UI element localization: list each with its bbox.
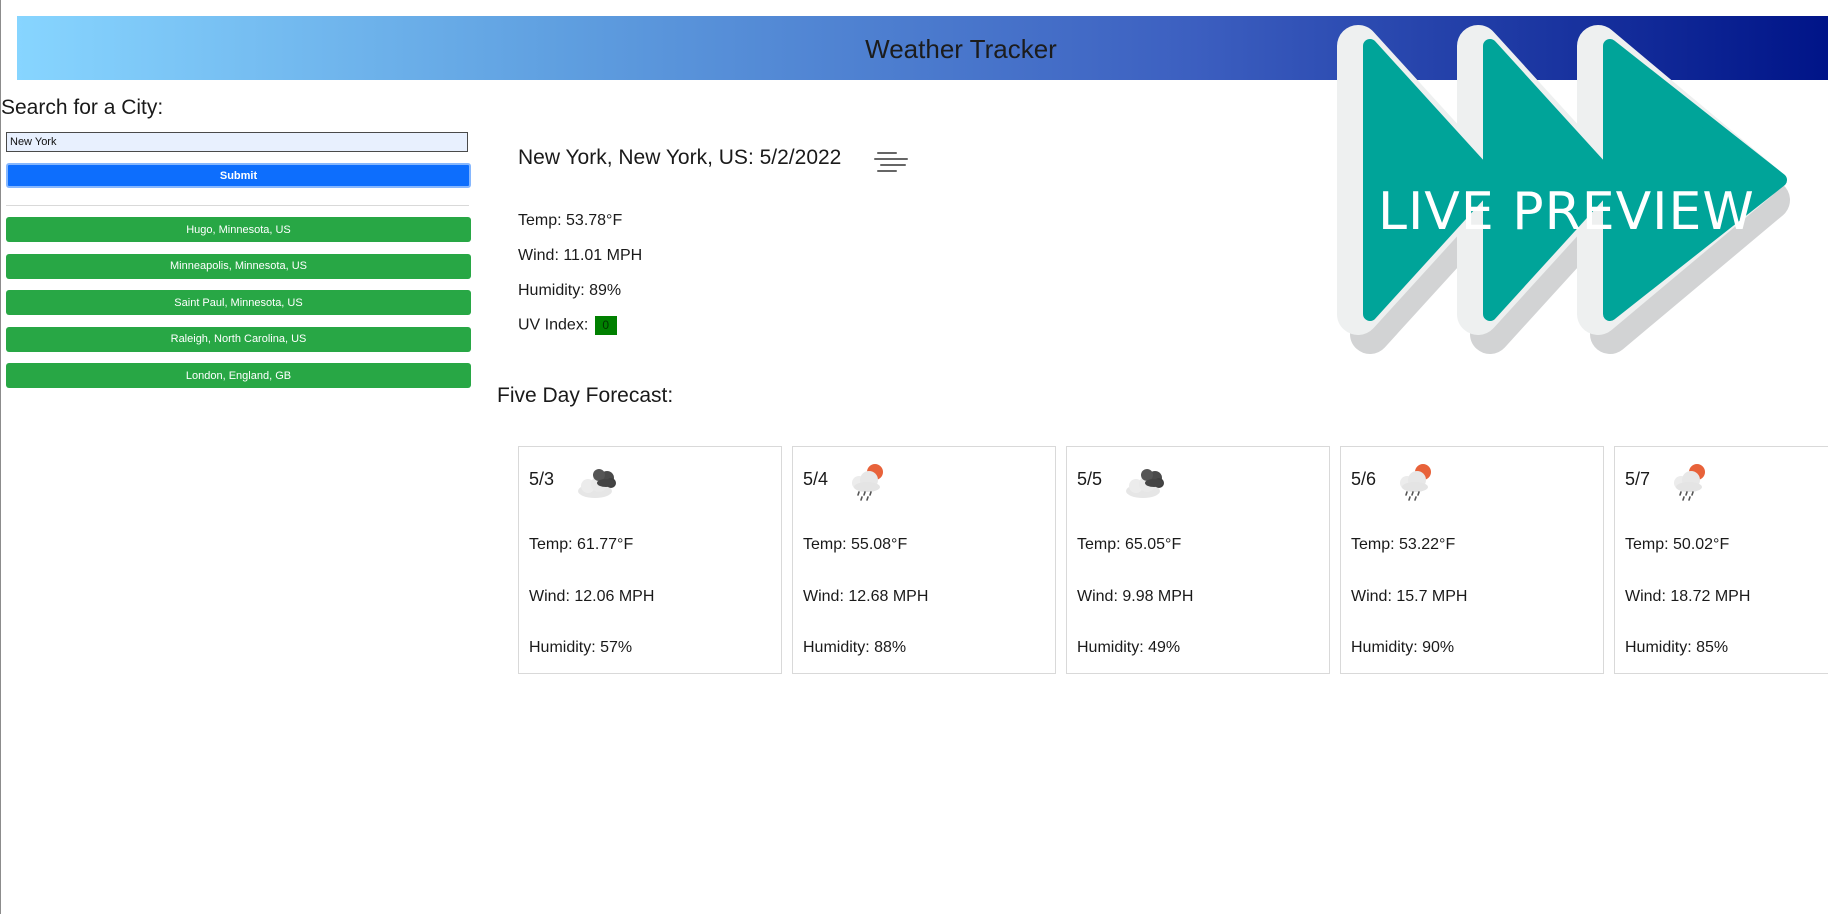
forecast-heading: Five Day Forecast:	[497, 384, 674, 407]
forecast-wind: Wind: 12.68 MPH	[803, 588, 929, 605]
forecast-temp: Temp: 65.05°F	[1077, 536, 1182, 553]
forecast-card: 5/6 Temp: 53.22°F Wind: 15.7 MPH Humidit…	[1340, 446, 1604, 674]
history-city-button[interactable]: Hugo, Minnesota, US	[6, 217, 471, 242]
current-weather-title: New York, New York, US: 5/2/2022	[518, 146, 842, 169]
submit-button[interactable]: Submit	[6, 163, 471, 188]
forecast-date: 5/5	[1077, 469, 1103, 489]
forecast-wind: Wind: 18.72 MPH	[1625, 588, 1751, 605]
forecast-card: 5/5 Temp: 65.05°F Wind: 9.98 MPH Humidit…	[1066, 446, 1330, 674]
broken-clouds-icon	[1126, 469, 1164, 498]
forecast-card: 5/7 Temp: 50.02°F Wind: 18.72 MPH Humidi…	[1614, 446, 1828, 674]
divider	[6, 205, 469, 206]
live-preview-label: LIVE PREVIEW	[1378, 182, 1755, 242]
rain-sun-icon	[852, 464, 883, 501]
forecast-temp: Temp: 55.08°F	[803, 536, 908, 553]
forecast-temp: Temp: 50.02°F	[1625, 536, 1730, 553]
search-heading: Search for a City:	[1, 96, 164, 119]
forecast-wind: Wind: 9.98 MPH	[1077, 588, 1194, 605]
forecast-humidity: Humidity: 90%	[1351, 639, 1455, 656]
forecast-card: 5/3 Temp: 61.77°F Wind: 12.06 MPH Humidi…	[518, 446, 782, 674]
rain-sun-icon	[1674, 464, 1705, 501]
history-city-button[interactable]: Raleigh, North Carolina, US	[6, 326, 471, 352]
forecast-humidity: Humidity: 49%	[1077, 639, 1181, 656]
forecast-humidity: Humidity: 57%	[529, 639, 633, 656]
history-city-button[interactable]: Minneapolis, Minnesota, US	[6, 253, 471, 279]
frame-edge	[0, 0, 1, 914]
history-city-button[interactable]: Saint Paul, Minnesota, US	[6, 290, 471, 315]
forecast-wind: Wind: 15.7 MPH	[1351, 588, 1468, 605]
forecast-temp: Temp: 61.77°F	[529, 536, 634, 553]
uv-label: UV Index:	[518, 316, 589, 334]
rain-sun-icon	[1400, 464, 1431, 501]
current-uv-row: UV Index: 0	[518, 316, 617, 335]
current-humidity: Humidity: 89%	[518, 282, 622, 299]
forecast-date: 5/7	[1625, 469, 1651, 489]
city-search-input[interactable]	[6, 132, 468, 152]
current-temp: Temp: 53.78°F	[518, 212, 623, 229]
mist-icon	[874, 152, 908, 172]
forecast-card: 5/4 Temp: 55.08°F Wind: 12.68 MPH Humidi…	[792, 446, 1056, 674]
search-history-list: Hugo, Minnesota, US Minneapolis, Minneso…	[6, 217, 471, 400]
forecast-humidity: Humidity: 85%	[1625, 639, 1729, 656]
forecast-temp: Temp: 53.22°F	[1351, 536, 1456, 553]
uv-index-badge: 0	[594, 316, 617, 335]
forecast-humidity: Humidity: 88%	[803, 639, 907, 656]
forecast-date: 5/6	[1351, 469, 1377, 489]
forecast-date: 5/3	[529, 469, 555, 489]
forecast-wind: Wind: 12.06 MPH	[529, 588, 655, 605]
history-city-button[interactable]: London, England, GB	[6, 363, 471, 388]
current-wind: Wind: 11.01 MPH	[518, 247, 643, 264]
forecast-row: 5/3 Temp: 61.77°F Wind: 12.06 MPH Humidi…	[518, 446, 1828, 674]
broken-clouds-icon	[578, 469, 616, 498]
forecast-date: 5/4	[803, 469, 829, 489]
